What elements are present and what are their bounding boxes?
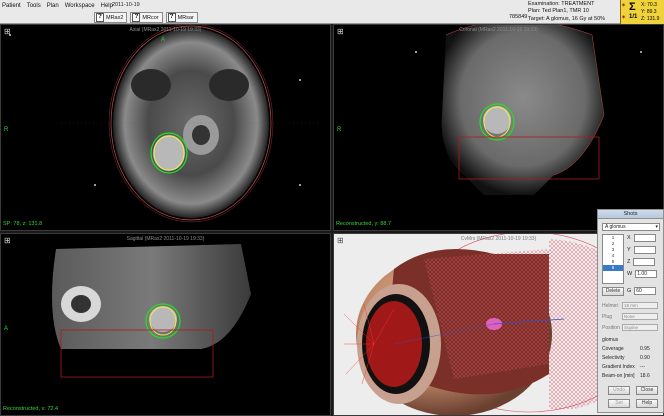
question-icon: ? bbox=[96, 13, 104, 22]
cursor-coordinates: X: 70.3 Y: 89.3 Z: 131.9 bbox=[641, 2, 659, 23]
star-icon: ✶ bbox=[621, 15, 627, 21]
menu-patient[interactable]: Patient bbox=[2, 2, 21, 11]
gradient-value: --- bbox=[640, 364, 645, 370]
plug-row: Plug None bbox=[602, 313, 658, 320]
chevron-down-icon: ▾ bbox=[655, 224, 658, 230]
menu-bar: Patient Tools Plan Workspace Help bbox=[2, 2, 113, 11]
application-window: Patient Tools Plan Workspace Help 2011-1… bbox=[0, 0, 664, 416]
panel-title: Shots bbox=[598, 210, 663, 219]
plug-label: Plug bbox=[602, 313, 613, 320]
viewport-title: Coronal (MRax2 2011-10-19 19:33) bbox=[459, 27, 538, 33]
slice-info: Reconstructed, y: 88.7 bbox=[336, 221, 392, 227]
g-label: G bbox=[627, 288, 632, 294]
shots-panel: Shots A glomus ▾ 1 2 3 4 5 6 X Y Z W 1.0… bbox=[597, 209, 664, 413]
w-label: W bbox=[627, 271, 633, 277]
study-date: 2011-10-19 bbox=[112, 2, 140, 8]
viewport-title: Sagittal (MRax2 2011-10-19 19:33) bbox=[126, 236, 205, 242]
beamon-value: 18.6 bbox=[640, 373, 650, 379]
menu-workspace[interactable]: Workspace bbox=[65, 2, 95, 11]
target-select[interactable]: A glomus ▾ bbox=[602, 223, 660, 231]
selectivity-stat: Selectivity 0.90 bbox=[602, 355, 662, 361]
position-select[interactable]: Supine bbox=[622, 324, 658, 331]
tab-mrsar[interactable]: ? MRsar bbox=[165, 12, 198, 23]
question-icon: ? bbox=[167, 13, 176, 22]
image-tab-strip: ? MRax2 ? MRcor ? MRsar bbox=[94, 12, 198, 23]
shot-list[interactable]: 1 2 3 4 5 6 bbox=[602, 234, 624, 284]
position-row: Position Supine bbox=[602, 324, 658, 331]
tab-label: MRsar bbox=[177, 14, 194, 21]
sagittal-image bbox=[52, 244, 251, 378]
x-row: X bbox=[627, 234, 656, 242]
coverage-label: Coverage bbox=[602, 346, 624, 352]
gradient-label: Gradient Index bbox=[602, 364, 635, 370]
w-input[interactable]: 1.00 bbox=[635, 270, 658, 278]
coverage-stat: Coverage 0.95 bbox=[602, 346, 662, 352]
helmet-row: Helmet 18 mm bbox=[602, 302, 658, 309]
beamon-label: Beam-on [min] bbox=[602, 373, 635, 379]
orientation-left: A bbox=[4, 326, 9, 332]
set-button[interactable]: Set bbox=[608, 399, 630, 408]
target-name: glomus bbox=[602, 337, 619, 343]
sigma-icon[interactable]: Σ bbox=[629, 1, 636, 13]
beamon-stat: Beam-on [min] 18.6 bbox=[602, 373, 662, 379]
y-row: Y bbox=[627, 246, 656, 254]
axial-viewport[interactable]: ⊞ Axial (MRax2 2011-10-19 19:33) R A SP:… bbox=[0, 24, 331, 231]
selectivity-value: 0.90 bbox=[640, 355, 650, 361]
orientation-top: A bbox=[161, 37, 166, 43]
axial-image bbox=[9, 25, 321, 223]
menu-plan[interactable]: Plan bbox=[47, 2, 59, 11]
page-indicator: 1/1 bbox=[629, 14, 638, 20]
examination-label: Examination: TREATMENT bbox=[528, 1, 595, 7]
z-row: Z bbox=[627, 258, 656, 266]
help-button[interactable]: Help bbox=[636, 399, 658, 408]
z-label: Z bbox=[627, 259, 631, 265]
coord-z: Z: 131.9 bbox=[641, 16, 660, 22]
delete-button[interactable]: Delete bbox=[602, 287, 624, 296]
tab-label: MRcor bbox=[142, 14, 159, 21]
tab-mrcor[interactable]: ? MRcor bbox=[130, 12, 163, 23]
exam-info: Examination: TREATMENT Plan: Ted Plan1, … bbox=[528, 1, 605, 23]
z-input[interactable] bbox=[633, 258, 656, 266]
orientation-left: R bbox=[337, 127, 342, 133]
coord-x: X: 70.3 bbox=[641, 2, 657, 8]
sagittal-viewport[interactable]: ⊞ Sagittal (MRax2 2011-10-19 19:33) A Re… bbox=[0, 233, 331, 416]
coord-y: Y: 89.3 bbox=[641, 9, 657, 15]
orientation-left: R bbox=[4, 127, 9, 133]
gradient-stat: Gradient Index --- bbox=[602, 364, 662, 370]
top-toolbar: Patient Tools Plan Workspace Help 2011-1… bbox=[0, 0, 664, 24]
close-button[interactable]: Close bbox=[636, 386, 658, 395]
viewport-title: Axial (MRax2 2011-10-19 19:33) bbox=[129, 27, 202, 33]
plug-select[interactable]: None bbox=[622, 313, 658, 320]
g-input[interactable]: 60 bbox=[634, 287, 657, 295]
coronal-viewport[interactable]: ⊞ Coronal (MRax2 2011-10-19 19:33) R Rec… bbox=[333, 24, 664, 231]
plan-label: Plan: Ted Plan1, TMR 10 bbox=[528, 8, 589, 15]
undo-button[interactable]: Undo bbox=[608, 386, 630, 395]
x-label: X bbox=[627, 235, 631, 241]
w-row: W 1.00 bbox=[627, 270, 658, 278]
tab-mrax2[interactable]: ? MRax2 bbox=[94, 12, 128, 23]
star-icon: ✶ bbox=[621, 3, 627, 9]
target-select-value: A glomus bbox=[605, 224, 626, 230]
list-item-selected[interactable]: 6 bbox=[603, 265, 623, 271]
target-label: Target: A glomus, 16 Gy at 50% bbox=[528, 15, 606, 22]
g-row: G 60 bbox=[627, 287, 657, 295]
helmet-select[interactable]: 18 mm bbox=[622, 302, 658, 309]
tab-label: MRax2 bbox=[106, 14, 124, 21]
plan-code: 785849 bbox=[509, 14, 528, 20]
slice-info: Reconstructed, x: 72.4 bbox=[3, 406, 59, 412]
x-input[interactable] bbox=[633, 234, 656, 242]
y-label: Y bbox=[627, 247, 631, 253]
question-icon: ? bbox=[132, 13, 141, 22]
coverage-value: 0.95 bbox=[640, 346, 650, 352]
menu-tools[interactable]: Tools bbox=[27, 2, 41, 11]
slice-info: SP: 78, z: 131.8 bbox=[3, 221, 43, 227]
position-label: Position bbox=[602, 324, 620, 331]
y-input[interactable] bbox=[633, 246, 656, 254]
selectivity-label: Selectivity bbox=[602, 355, 625, 361]
coronal-image bbox=[415, 25, 642, 195]
helmet-label: Helmet bbox=[602, 302, 618, 309]
